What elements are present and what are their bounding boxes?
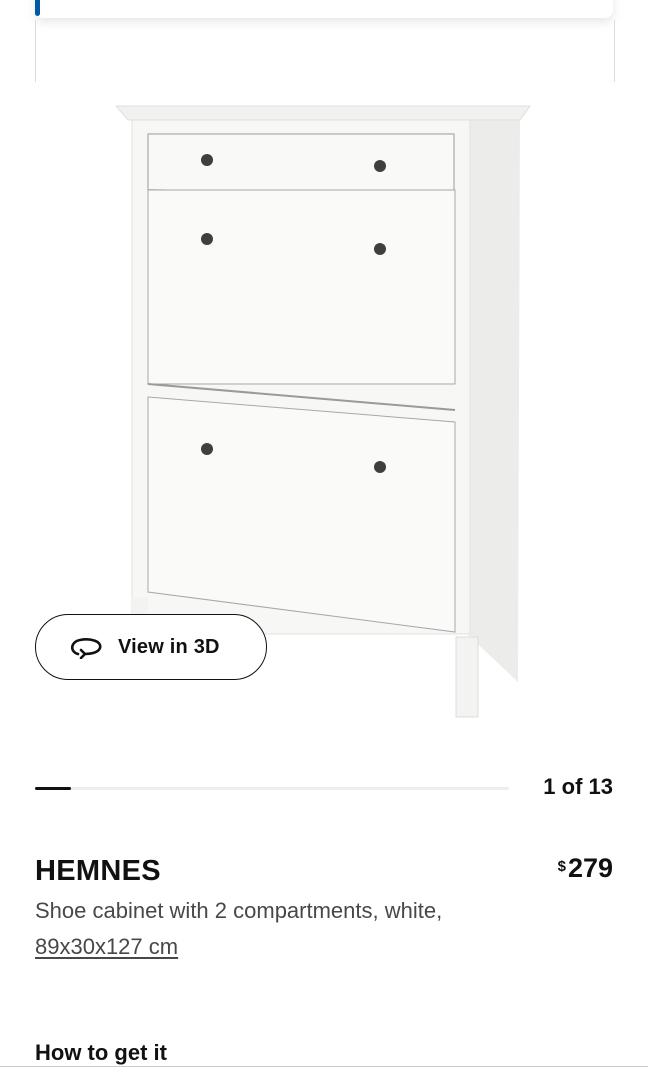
view-in-3d-button[interactable]: View in 3D [35,614,267,680]
gallery-frame [35,20,615,82]
product-name: HEMNES [35,855,161,887]
product-description: Shoe cabinet with 2 compartments, white, [35,898,443,923]
product-dimensions-link[interactable]: 89x30x127 cm [35,934,178,960]
gallery-progress-fill [35,787,72,790]
price-value: 279 [567,853,613,883]
top-card-accent [35,0,40,16]
view-in-3d-label: View in 3D [118,635,220,658]
gallery-progress-track [35,787,509,790]
product-price: $ 279 [558,853,613,884]
price-currency: $ [557,858,566,875]
how-to-get-it-heading: How to get it [35,1040,167,1065]
rotate-3d-icon [70,638,102,659]
gallery-counter: 1 of 13 [543,774,613,799]
product-page: View in 3D 1 of 13 HEMNES $ 279 Shoe cab… [0,0,648,1080]
divider [0,1066,648,1067]
top-search-card [35,0,613,18]
